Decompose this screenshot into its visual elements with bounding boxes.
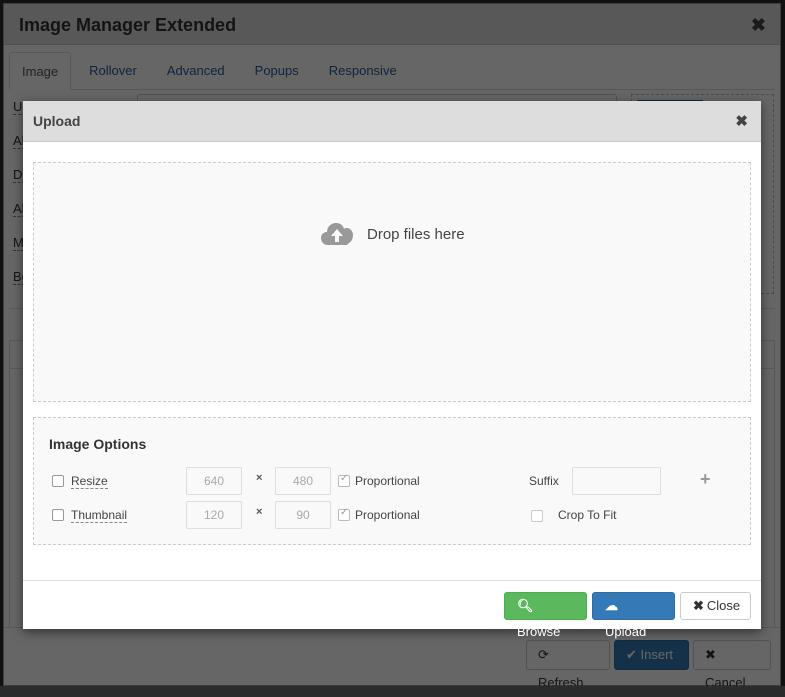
thumbnail-checkbox[interactable] bbox=[52, 509, 64, 521]
thumbnail-width-input[interactable]: 120 bbox=[186, 501, 242, 529]
upload-modal-footer: 🔍︎Browse ☁Upload ✖ Close bbox=[23, 580, 761, 639]
drop-text: Drop files here bbox=[367, 225, 465, 243]
refresh-icon: ⟳ bbox=[538, 647, 549, 662]
close-icon[interactable]: ✖ bbox=[735, 112, 748, 130]
resize-proportional-checkbox[interactable] bbox=[338, 473, 350, 487]
resize-height-input[interactable]: 480 bbox=[275, 467, 331, 495]
cancel-button[interactable]: ✖ Cancel bbox=[693, 640, 771, 690]
drop-message: Drop files here bbox=[320, 221, 465, 247]
suffix-input[interactable] bbox=[572, 467, 661, 495]
image-options-panel: Image Options Resize 640 × 480 Proportio… bbox=[33, 417, 751, 545]
thumbnail-proportional-checkbox[interactable] bbox=[338, 507, 350, 521]
dialog-title: Image Manager Extended bbox=[19, 15, 237, 35]
tab-image[interactable]: Image bbox=[9, 52, 72, 90]
resize-row: Resize 640 × 480 Proportional Suffix + bbox=[34, 467, 750, 495]
thumbnail-label: Thumbnail bbox=[71, 508, 128, 523]
suffix-label: Suffix bbox=[529, 474, 559, 488]
resize-label: Resize bbox=[71, 474, 108, 489]
dropzone[interactable]: Drop files here bbox=[33, 162, 751, 402]
thumbnail-proportional-label: Proportional bbox=[355, 508, 420, 522]
upload-button[interactable]: ☁Upload bbox=[592, 592, 675, 639]
cloud-upload-icon bbox=[321, 223, 353, 245]
upload-modal: Upload ✖ Drop files here Image Options R… bbox=[23, 101, 761, 639]
thumbnail-height-input[interactable]: 90 bbox=[275, 501, 331, 529]
tab-advanced[interactable]: Advanced bbox=[155, 52, 237, 90]
check-icon: ✔ bbox=[626, 647, 641, 662]
tab-popups[interactable]: Popups bbox=[243, 52, 311, 90]
crop-to-fit-label: Crop To Fit bbox=[558, 508, 617, 522]
resize-width-input[interactable]: 640 bbox=[186, 467, 242, 495]
dialog-header: Image Manager Extended ✖ bbox=[4, 4, 780, 45]
image-options-title: Image Options bbox=[49, 436, 147, 452]
close-icon: ✖ bbox=[693, 598, 704, 613]
resize-checkbox[interactable] bbox=[52, 475, 64, 487]
close-button[interactable]: ✖ Close bbox=[680, 592, 751, 620]
times-icon: × bbox=[256, 506, 263, 518]
tab-rollover[interactable]: Rollover bbox=[77, 52, 149, 90]
tab-responsive[interactable]: Responsive bbox=[317, 52, 409, 90]
cloud-upload-icon: ☁ bbox=[605, 598, 618, 613]
dialog-footer: ⟳ Refresh ✔ Insert ✖ Cancel bbox=[4, 627, 780, 690]
upload-modal-header: Upload ✖ bbox=[23, 101, 761, 142]
search-icon: 🔍︎ bbox=[517, 598, 534, 613]
tab-bar: Image Rollover Advanced Popups Responsiv… bbox=[9, 52, 775, 90]
resize-proportional-label: Proportional bbox=[355, 474, 420, 488]
thumbnail-row: Thumbnail 120 × 90 Proportional Crop To … bbox=[34, 501, 750, 529]
add-icon[interactable]: + bbox=[700, 469, 711, 490]
upload-modal-title: Upload bbox=[33, 113, 81, 129]
browse-button[interactable]: 🔍︎Browse bbox=[504, 592, 587, 639]
close-icon: ✖ bbox=[705, 647, 716, 662]
close-icon[interactable]: ✖ bbox=[751, 15, 766, 36]
times-icon: × bbox=[256, 472, 263, 484]
crop-to-fit-checkbox[interactable] bbox=[531, 510, 543, 522]
